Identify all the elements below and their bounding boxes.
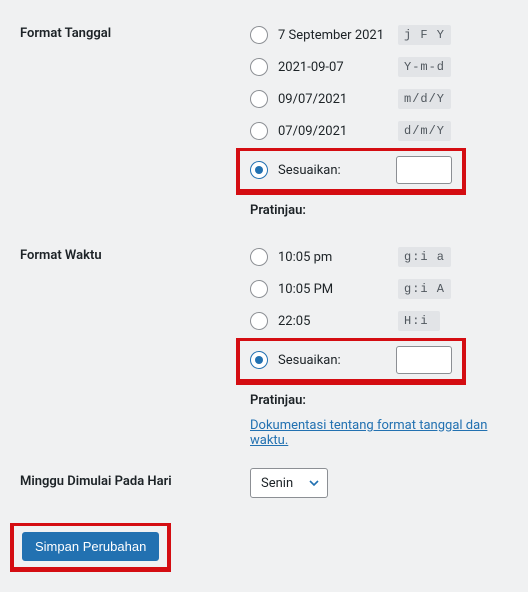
time-custom-label: Sesuaikan: bbox=[278, 353, 396, 368]
date-option-label: 7 September 2021 bbox=[278, 28, 398, 43]
save-row: Simpan Perubahan bbox=[20, 523, 508, 572]
time-custom-highlight: Sesuaikan: bbox=[236, 338, 466, 385]
time-custom-input[interactable] bbox=[396, 346, 452, 374]
radio-icon bbox=[250, 122, 268, 140]
date-option-3[interactable]: 07/09/2021 d/m/Y bbox=[250, 116, 508, 146]
date-preview-label: Pratinjau: bbox=[250, 203, 508, 218]
time-option-label: 10:05 PM bbox=[278, 282, 398, 297]
week-start-select[interactable]: Senin bbox=[250, 468, 328, 498]
radio-icon bbox=[250, 26, 268, 44]
date-format-row: Format Tanggal 7 September 2021 j F Y 20… bbox=[20, 20, 508, 222]
date-option-label: 2021-09-07 bbox=[278, 60, 398, 75]
time-option-label: 22:05 bbox=[278, 314, 398, 329]
time-preview-label: Pratinjau: bbox=[250, 393, 508, 408]
time-option-code: g:i A bbox=[398, 279, 451, 299]
time-format-row: Format Waktu 10:05 pm g:i a 10:05 PM g:i… bbox=[20, 242, 508, 448]
week-start-label: Minggu Dimulai Pada Hari bbox=[20, 468, 250, 489]
radio-icon bbox=[250, 248, 268, 266]
time-option-code: H:i bbox=[398, 311, 440, 331]
save-button[interactable]: Simpan Perubahan bbox=[22, 532, 159, 561]
date-custom-label: Sesuaikan: bbox=[278, 163, 396, 178]
date-option-code: j F Y bbox=[398, 25, 451, 45]
time-option-0[interactable]: 10:05 pm g:i a bbox=[250, 242, 508, 272]
datetime-doc-link[interactable]: Dokumentasi tentang format tanggal dan w… bbox=[250, 418, 508, 448]
date-custom-highlight: Sesuaikan: bbox=[236, 148, 466, 195]
time-format-options: 10:05 pm g:i a 10:05 PM g:i A 22:05 H:i … bbox=[250, 242, 508, 448]
radio-icon[interactable] bbox=[250, 351, 268, 369]
radio-icon bbox=[250, 90, 268, 108]
time-option-label: 10:05 pm bbox=[278, 250, 398, 265]
time-option-code: g:i a bbox=[398, 247, 451, 267]
time-option-2[interactable]: 22:05 H:i bbox=[250, 306, 508, 336]
time-format-label: Format Waktu bbox=[20, 242, 250, 263]
save-highlight: Simpan Perubahan bbox=[10, 523, 171, 572]
date-option-label: 07/09/2021 bbox=[278, 124, 398, 139]
radio-icon bbox=[250, 280, 268, 298]
date-format-options: 7 September 2021 j F Y 2021-09-07 Y-m-d … bbox=[250, 20, 508, 222]
date-option-label: 09/07/2021 bbox=[278, 92, 398, 107]
date-option-code: Y-m-d bbox=[398, 57, 451, 77]
date-custom-input[interactable] bbox=[396, 156, 452, 184]
date-option-1[interactable]: 2021-09-07 Y-m-d bbox=[250, 52, 508, 82]
radio-icon[interactable] bbox=[250, 161, 268, 179]
date-option-0[interactable]: 7 September 2021 j F Y bbox=[250, 20, 508, 50]
date-option-2[interactable]: 09/07/2021 m/d/Y bbox=[250, 84, 508, 114]
time-option-1[interactable]: 10:05 PM g:i A bbox=[250, 274, 508, 304]
week-start-selected: Senin bbox=[261, 476, 293, 491]
date-option-code: m/d/Y bbox=[398, 89, 451, 109]
date-option-code: d/m/Y bbox=[398, 121, 451, 141]
radio-icon bbox=[250, 312, 268, 330]
radio-icon bbox=[250, 58, 268, 76]
week-start-control: Senin bbox=[250, 468, 508, 498]
chevron-down-icon bbox=[309, 478, 319, 488]
date-format-label: Format Tanggal bbox=[20, 20, 250, 41]
week-start-row: Minggu Dimulai Pada Hari Senin bbox=[20, 468, 508, 498]
